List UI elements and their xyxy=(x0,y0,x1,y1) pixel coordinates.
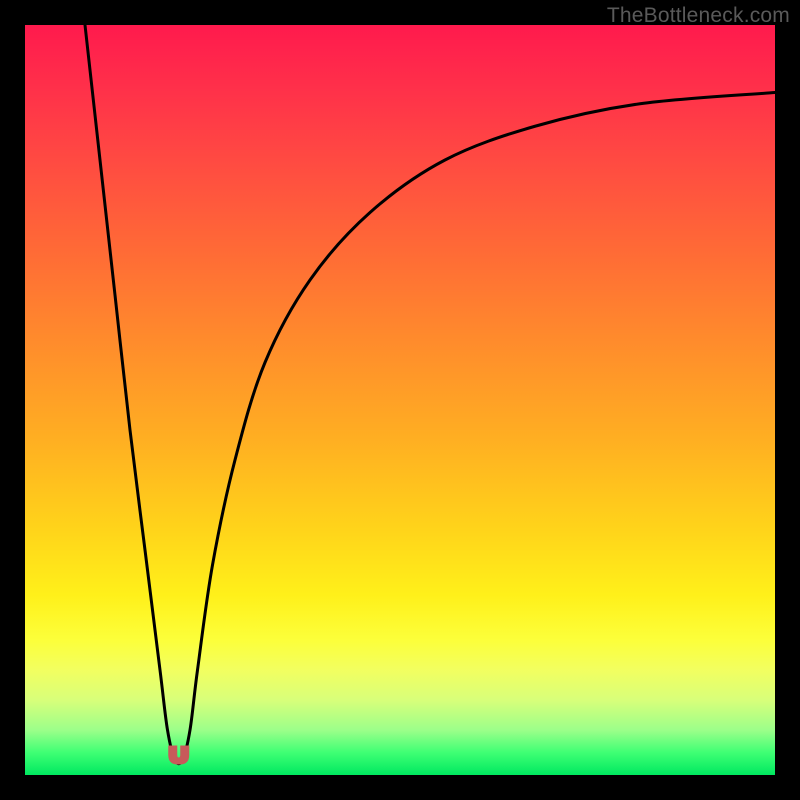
chart-frame: TheBottleneck.com xyxy=(0,0,800,800)
min-marker-icon xyxy=(169,746,189,764)
curve-layer xyxy=(25,25,775,775)
bottleneck-curve xyxy=(85,25,775,764)
plot-area xyxy=(25,25,775,775)
watermark-text: TheBottleneck.com xyxy=(607,4,790,28)
